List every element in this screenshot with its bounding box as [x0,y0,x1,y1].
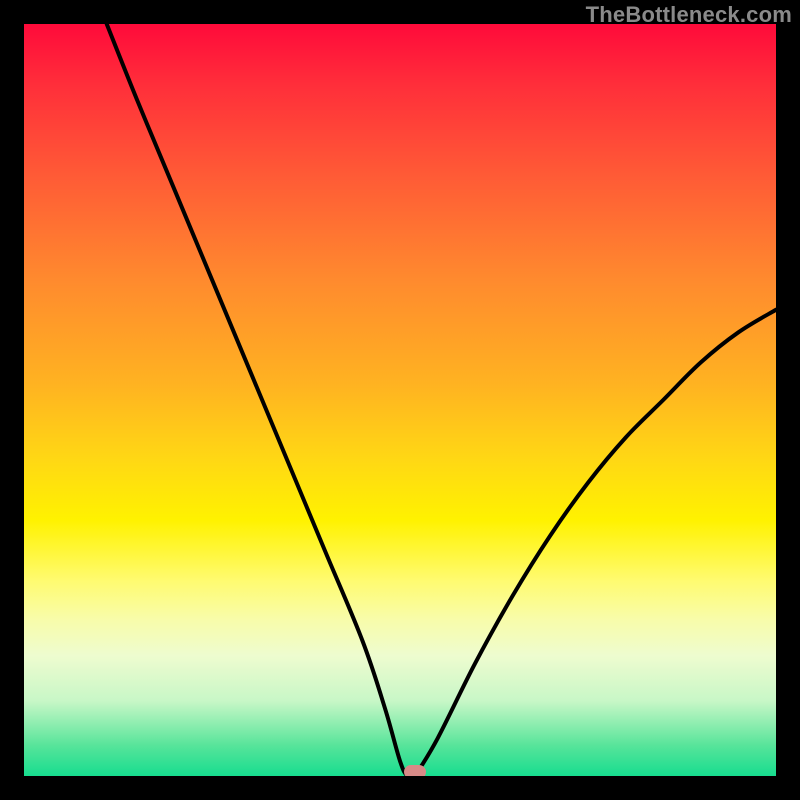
bottleneck-curve [24,24,776,776]
chart-frame: TheBottleneck.com [0,0,800,800]
plot-area [24,24,776,776]
curve-left-branch [107,24,415,776]
curve-right-branch [415,310,776,776]
optimal-point-marker [404,765,426,776]
watermark-label: TheBottleneck.com [586,2,792,28]
